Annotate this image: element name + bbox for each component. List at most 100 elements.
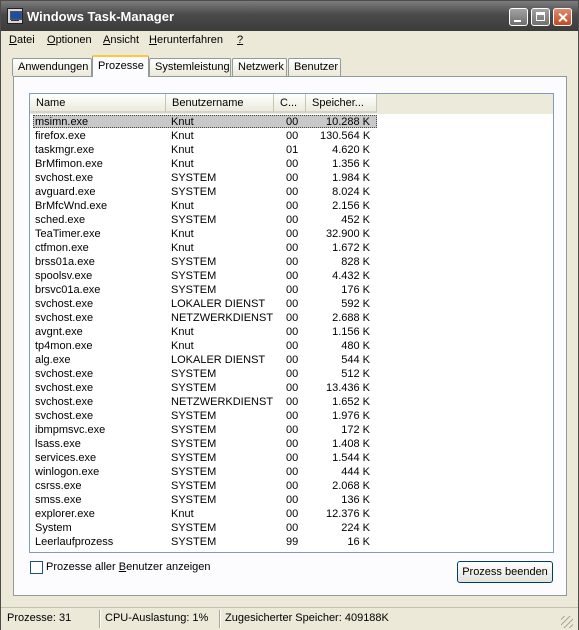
cell-name: svchost.exe	[35, 298, 94, 310]
tab-anwendungen[interactable]: Anwendungen	[12, 58, 92, 76]
process-row[interactable]: BrMfcWnd.exe Knut 00 2.156 K	[30, 199, 553, 213]
cell-cpu: 00	[286, 354, 299, 366]
cell-cpu: 00	[286, 452, 299, 464]
process-row[interactable]: firefox.exe Knut 00 130.564 K	[30, 129, 553, 143]
process-row[interactable]: svchost.exe LOKALER DIENST 00 592 K	[30, 297, 553, 311]
cell-name: ibmpmsvc.exe	[35, 424, 106, 436]
column-header-memory[interactable]: Speicher...	[306, 94, 377, 113]
cell-user: LOKALER DIENST	[171, 298, 266, 310]
end-process-button[interactable]: Prozess beenden	[457, 561, 553, 583]
show-all-users-checkbox[interactable]	[30, 561, 43, 574]
cell-user: NETZWERKDIENST	[171, 312, 274, 324]
title-bar[interactable]: Windows Task-Manager	[1, 1, 578, 31]
cell-mem: 172 K	[341, 424, 370, 436]
process-list[interactable]: Name Benutzername C... Speicher... msimn…	[29, 93, 554, 553]
tab-benutzer[interactable]: Benutzer	[288, 58, 341, 76]
process-row[interactable]: svchost.exe NETZWERKDIENST 00 2.688 K	[30, 311, 553, 325]
cell-name: avguard.exe	[35, 186, 96, 198]
column-header-user[interactable]: Benutzername	[166, 94, 274, 113]
cell-user: SYSTEM	[171, 284, 217, 296]
cell-cpu: 00	[286, 130, 299, 142]
minimize-button[interactable]	[509, 8, 528, 26]
maximize-button[interactable]	[531, 8, 550, 26]
cell-name: alg.exe	[35, 354, 71, 366]
process-row[interactable]: msimn.exe Knut 00 10.288 K	[30, 115, 553, 129]
menu-herunterfahren[interactable]: Herunterfahren	[149, 34, 223, 46]
cell-user: SYSTEM	[171, 452, 217, 464]
process-list-header: Name Benutzername C... Speicher...	[30, 94, 553, 114]
process-row[interactable]: svchost.exe SYSTEM 00 1.976 K	[30, 409, 553, 423]
cell-mem: 1.356 K	[332, 158, 370, 170]
process-row[interactable]: tp4mon.exe Knut 00 480 K	[30, 339, 553, 353]
process-row[interactable]: avguard.exe SYSTEM 00 8.024 K	[30, 185, 553, 199]
cell-name: svchost.exe	[35, 312, 94, 324]
cell-mem: 452 K	[341, 214, 370, 226]
process-row[interactable]: spoolsv.exe SYSTEM 00 4.432 K	[30, 269, 553, 283]
process-row[interactable]: lsass.exe SYSTEM 00 1.408 K	[30, 437, 553, 451]
cell-user: SYSTEM	[171, 270, 217, 282]
menu-datei[interactable]: Datei	[9, 34, 35, 46]
process-row[interactable]: csrss.exe SYSTEM 00 2.068 K	[30, 479, 553, 493]
cell-cpu: 00	[286, 172, 299, 184]
cell-user: Knut	[171, 340, 194, 352]
cell-name: svchost.exe	[35, 382, 94, 394]
resize-grip[interactable]	[561, 616, 573, 628]
cell-name: avgnt.exe	[35, 326, 83, 338]
cell-cpu: 00	[286, 228, 299, 240]
process-row[interactable]: svchost.exe SYSTEM 00 13.436 K	[30, 381, 553, 395]
cell-user: Knut	[171, 326, 194, 338]
process-row[interactable]: smss.exe SYSTEM 00 136 K	[30, 493, 553, 507]
process-row[interactable]: explorer.exe Knut 00 12.376 K	[30, 507, 553, 521]
cell-user: SYSTEM	[171, 172, 217, 184]
task-manager-app-icon[interactable]	[7, 8, 23, 24]
cell-cpu: 01	[286, 144, 299, 156]
column-header-cpu[interactable]: C...	[274, 94, 306, 113]
status-separator	[99, 610, 101, 628]
cell-cpu: 00	[286, 186, 299, 198]
cell-user: Knut	[171, 144, 194, 156]
column-header-name[interactable]: Name	[30, 94, 166, 113]
process-row[interactable]: taskmgr.exe Knut 01 4.620 K	[30, 143, 553, 157]
show-all-users-label[interactable]: Prozesse aller Benutzer anzeigen	[46, 561, 211, 573]
cell-cpu: 00	[286, 480, 299, 492]
process-row[interactable]: services.exe SYSTEM 00 1.544 K	[30, 451, 553, 465]
process-row[interactable]: svchost.exe SYSTEM 00 512 K	[30, 367, 553, 381]
cell-name: brsvc01a.exe	[35, 284, 101, 296]
process-row[interactable]: BrMfimon.exe Knut 00 1.356 K	[30, 157, 553, 171]
process-row[interactable]: avgnt.exe Knut 00 1.156 K	[30, 325, 553, 339]
cell-mem: 1.408 K	[332, 438, 370, 450]
cell-cpu: 00	[286, 158, 299, 170]
process-row[interactable]: winlogon.exe SYSTEM 00 444 K	[30, 465, 553, 479]
cell-name: TeaTimer.exe	[35, 228, 101, 240]
close-button[interactable]	[553, 8, 572, 26]
process-row[interactable]: ibmpmsvc.exe SYSTEM 00 172 K	[30, 423, 553, 437]
cell-user: Knut	[171, 508, 194, 520]
cell-mem: 1.652 K	[332, 396, 370, 408]
process-row[interactable]: Leerlaufprozess SYSTEM 99 16 K	[30, 535, 553, 549]
tab-systemleistung[interactable]: Systemleistung	[149, 58, 231, 76]
cell-name: explorer.exe	[35, 508, 95, 520]
process-row[interactable]: brsvc01a.exe SYSTEM 00 176 K	[30, 283, 553, 297]
cell-cpu: 00	[286, 438, 299, 450]
menu-help[interactable]: ?	[237, 34, 243, 46]
process-row[interactable]: svchost.exe SYSTEM 00 1.984 K	[30, 171, 553, 185]
cell-user: Knut	[171, 130, 194, 142]
cell-name: System	[35, 522, 72, 534]
menu-ansicht[interactable]: Ansicht	[103, 34, 139, 46]
process-row[interactable]: brss01a.exe SYSTEM 00 828 K	[30, 255, 553, 269]
tab-prozesse[interactable]: Prozesse	[92, 55, 149, 77]
cell-cpu: 00	[286, 242, 299, 254]
cell-cpu: 00	[286, 424, 299, 436]
process-row[interactable]: TeaTimer.exe Knut 00 32.900 K	[30, 227, 553, 241]
process-row[interactable]: sched.exe SYSTEM 00 452 K	[30, 213, 553, 227]
cell-user: SYSTEM	[171, 368, 217, 380]
process-row[interactable]: svchost.exe NETZWERKDIENST 00 1.652 K	[30, 395, 553, 409]
cell-mem: 2.688 K	[332, 312, 370, 324]
process-row[interactable]: alg.exe LOKALER DIENST 00 544 K	[30, 353, 553, 367]
tab-netzwerk[interactable]: Netzwerk	[232, 58, 287, 76]
process-row[interactable]: ctfmon.exe Knut 00 1.672 K	[30, 241, 553, 255]
process-row[interactable]: System SYSTEM 00 224 K	[30, 521, 553, 535]
cell-cpu: 00	[286, 116, 299, 128]
cell-cpu: 00	[286, 368, 299, 380]
menu-optionen[interactable]: Optionen	[47, 34, 92, 46]
